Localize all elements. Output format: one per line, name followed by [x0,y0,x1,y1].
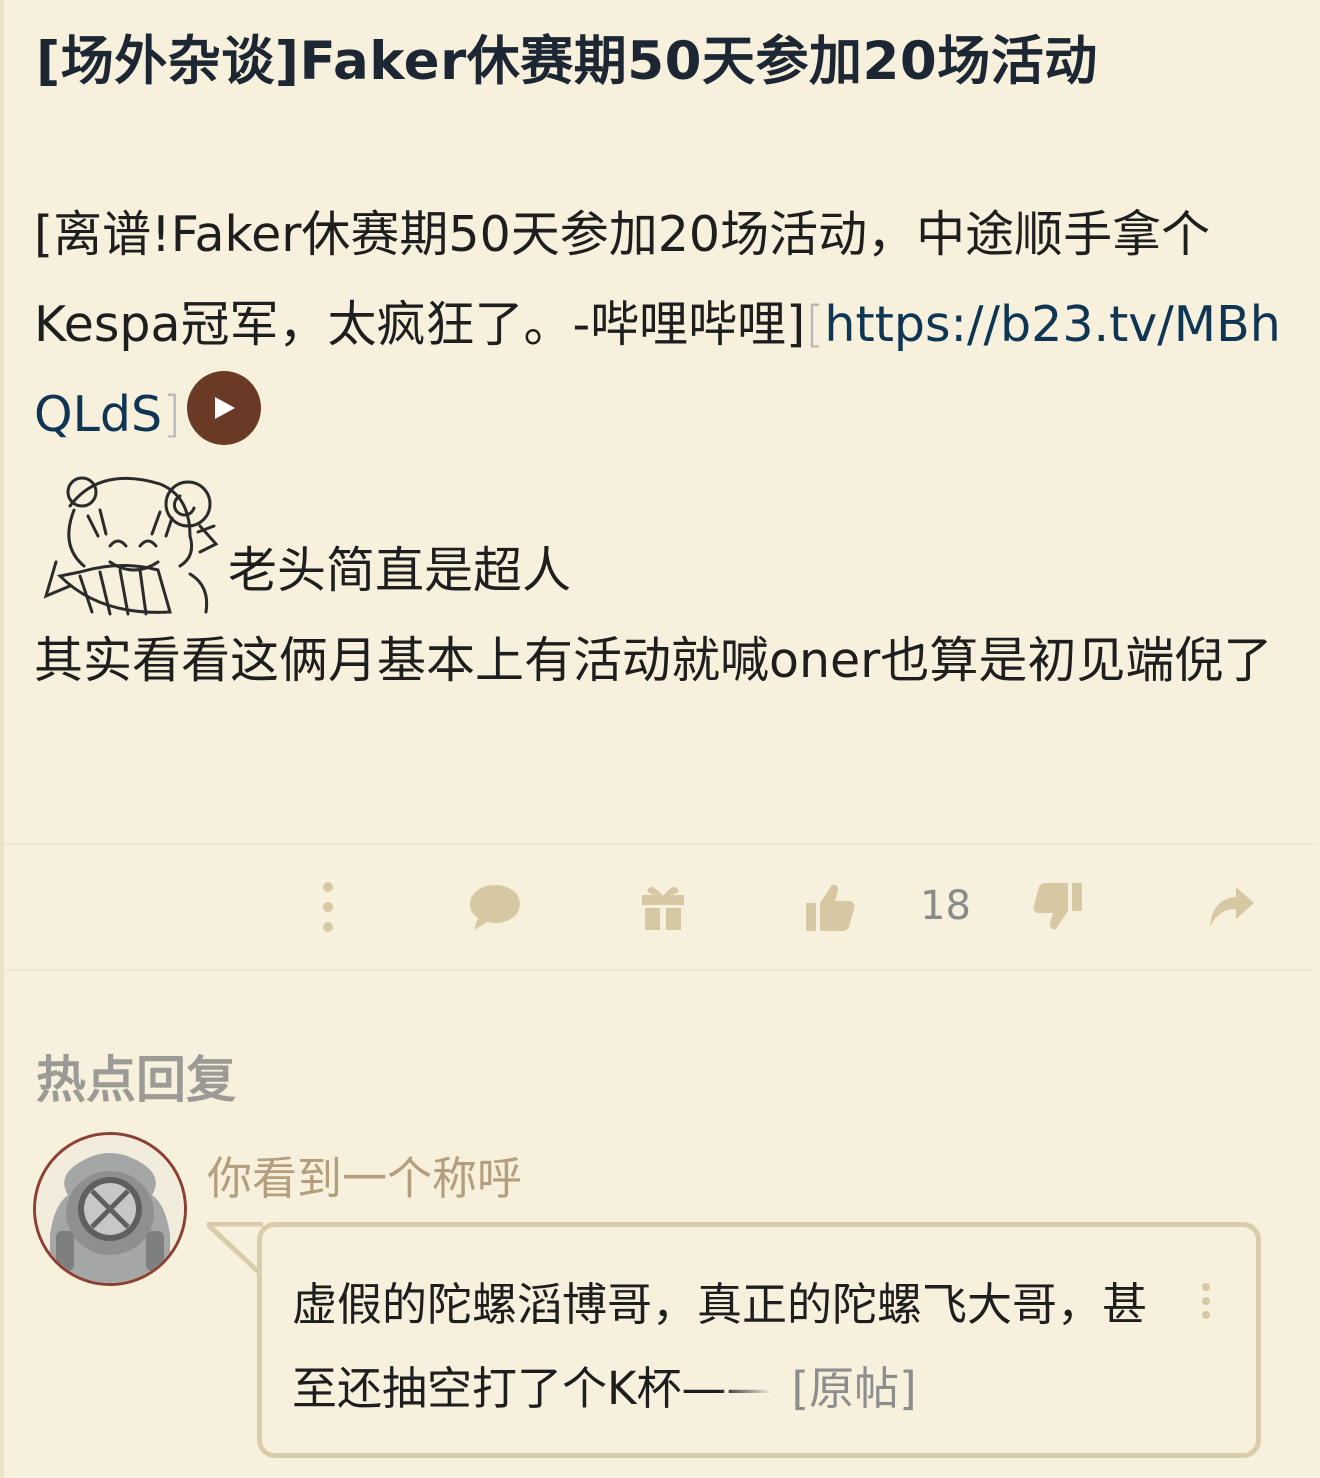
avatar[interactable] [33,1132,187,1286]
thumbs-down-icon[interactable] [1032,881,1084,933]
reply-username[interactable]: 你看到一个称呼 [207,1142,522,1207]
post-link-paragraph: [离谱!Faker休赛期50天参加20场活动，中途顺手拿个Kespa冠军，太疯狂… [34,190,1296,460]
reply-more-vertical-icon[interactable] [1200,1281,1220,1325]
link-bracket-open: [ [805,296,825,353]
gift-icon[interactable] [640,881,686,933]
hot-replies-heading: 热点回复 [36,1051,236,1109]
diving-helmet-icon [36,1135,184,1283]
anime-girl-sticker-icon [43,476,219,616]
reply-bubble: 虚假的陀螺滔博哥，真正的陀螺飞大哥，甚至还抽空打了个K杯—— [原帖] [257,1222,1261,1458]
link-bracket-close: ] [162,386,182,443]
comment-icon[interactable] [468,881,522,933]
sticker-caption: 老头简直是超人 [228,542,572,599]
post-action-bar: 18 [4,843,1316,971]
thumbs-up-icon[interactable] [804,881,856,933]
reply-text: 虚假的陀螺滔博哥，真正的陀螺飞大哥，甚至还抽空打了个K杯—— [原帖] [292,1263,1162,1431]
sticker-line: 老头简直是超人 [34,466,1296,616]
post-title: [场外杂谈]Faker休赛期50天参加20场活动 [36,31,1098,92]
post-body-text: 其实看看这俩月基本上有活动就喊oner也算是初见端倪了 [34,632,1273,689]
original-post-link[interactable]: [原帖] [792,1362,917,1415]
share-icon[interactable] [1206,881,1256,933]
like-count: 18 [920,883,971,929]
more-vertical-icon[interactable] [318,881,338,933]
play-video-button[interactable] [187,371,262,445]
reply-text-fade: —— [681,1362,772,1415]
left-edge-divider [0,0,4,1478]
post-content: [离谱!Faker休赛期50天参加20场活动，中途顺手拿个Kespa冠军，太疯狂… [34,190,1296,706]
